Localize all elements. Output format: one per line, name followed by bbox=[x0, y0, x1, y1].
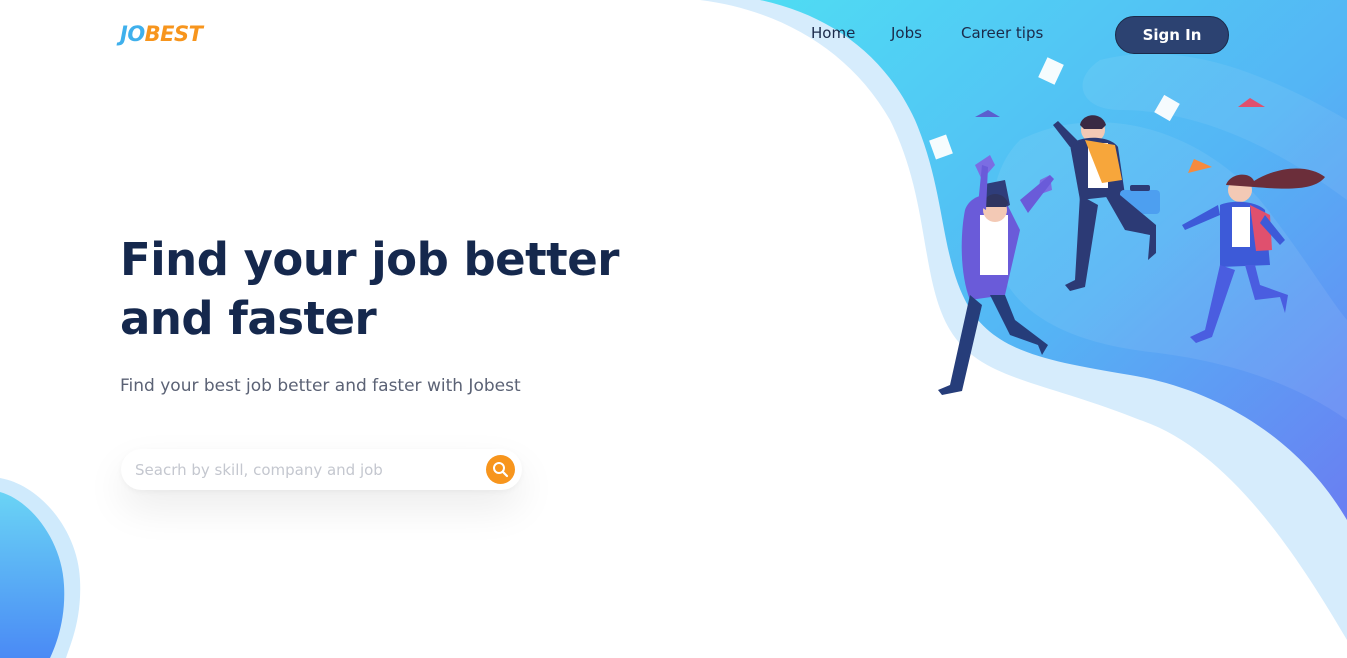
person-left bbox=[938, 155, 1054, 395]
hero-title-line1: Find your job better bbox=[120, 233, 619, 286]
paper-plane-icon bbox=[1238, 98, 1265, 107]
paper-plane-icon bbox=[975, 110, 1000, 117]
nav-link-career-tips[interactable]: Career tips bbox=[961, 24, 1043, 42]
person-middle bbox=[1053, 115, 1160, 291]
search-button[interactable] bbox=[486, 455, 515, 484]
sign-in-button[interactable]: Sign In bbox=[1115, 16, 1229, 54]
logo-part-jo: JO bbox=[120, 22, 145, 46]
person-right bbox=[1182, 168, 1325, 343]
nav-link-jobs[interactable]: Jobs bbox=[891, 24, 922, 42]
paper-plane-icon bbox=[1188, 159, 1212, 173]
jumping-people-illustration bbox=[929, 57, 1325, 395]
search-bar bbox=[121, 449, 522, 490]
paper-icon bbox=[929, 57, 1180, 160]
brand-logo[interactable]: JOBEST bbox=[120, 22, 203, 46]
search-icon bbox=[493, 462, 509, 478]
nav-link-home[interactable]: Home bbox=[811, 24, 855, 42]
hero-title: Find your job better and faster bbox=[120, 230, 640, 348]
logo-part-best: BEST bbox=[144, 22, 203, 46]
search-input[interactable] bbox=[133, 457, 477, 483]
hero-title-line2: and faster bbox=[120, 292, 377, 345]
hero-subtitle: Find your best job better and faster wit… bbox=[120, 376, 521, 396]
